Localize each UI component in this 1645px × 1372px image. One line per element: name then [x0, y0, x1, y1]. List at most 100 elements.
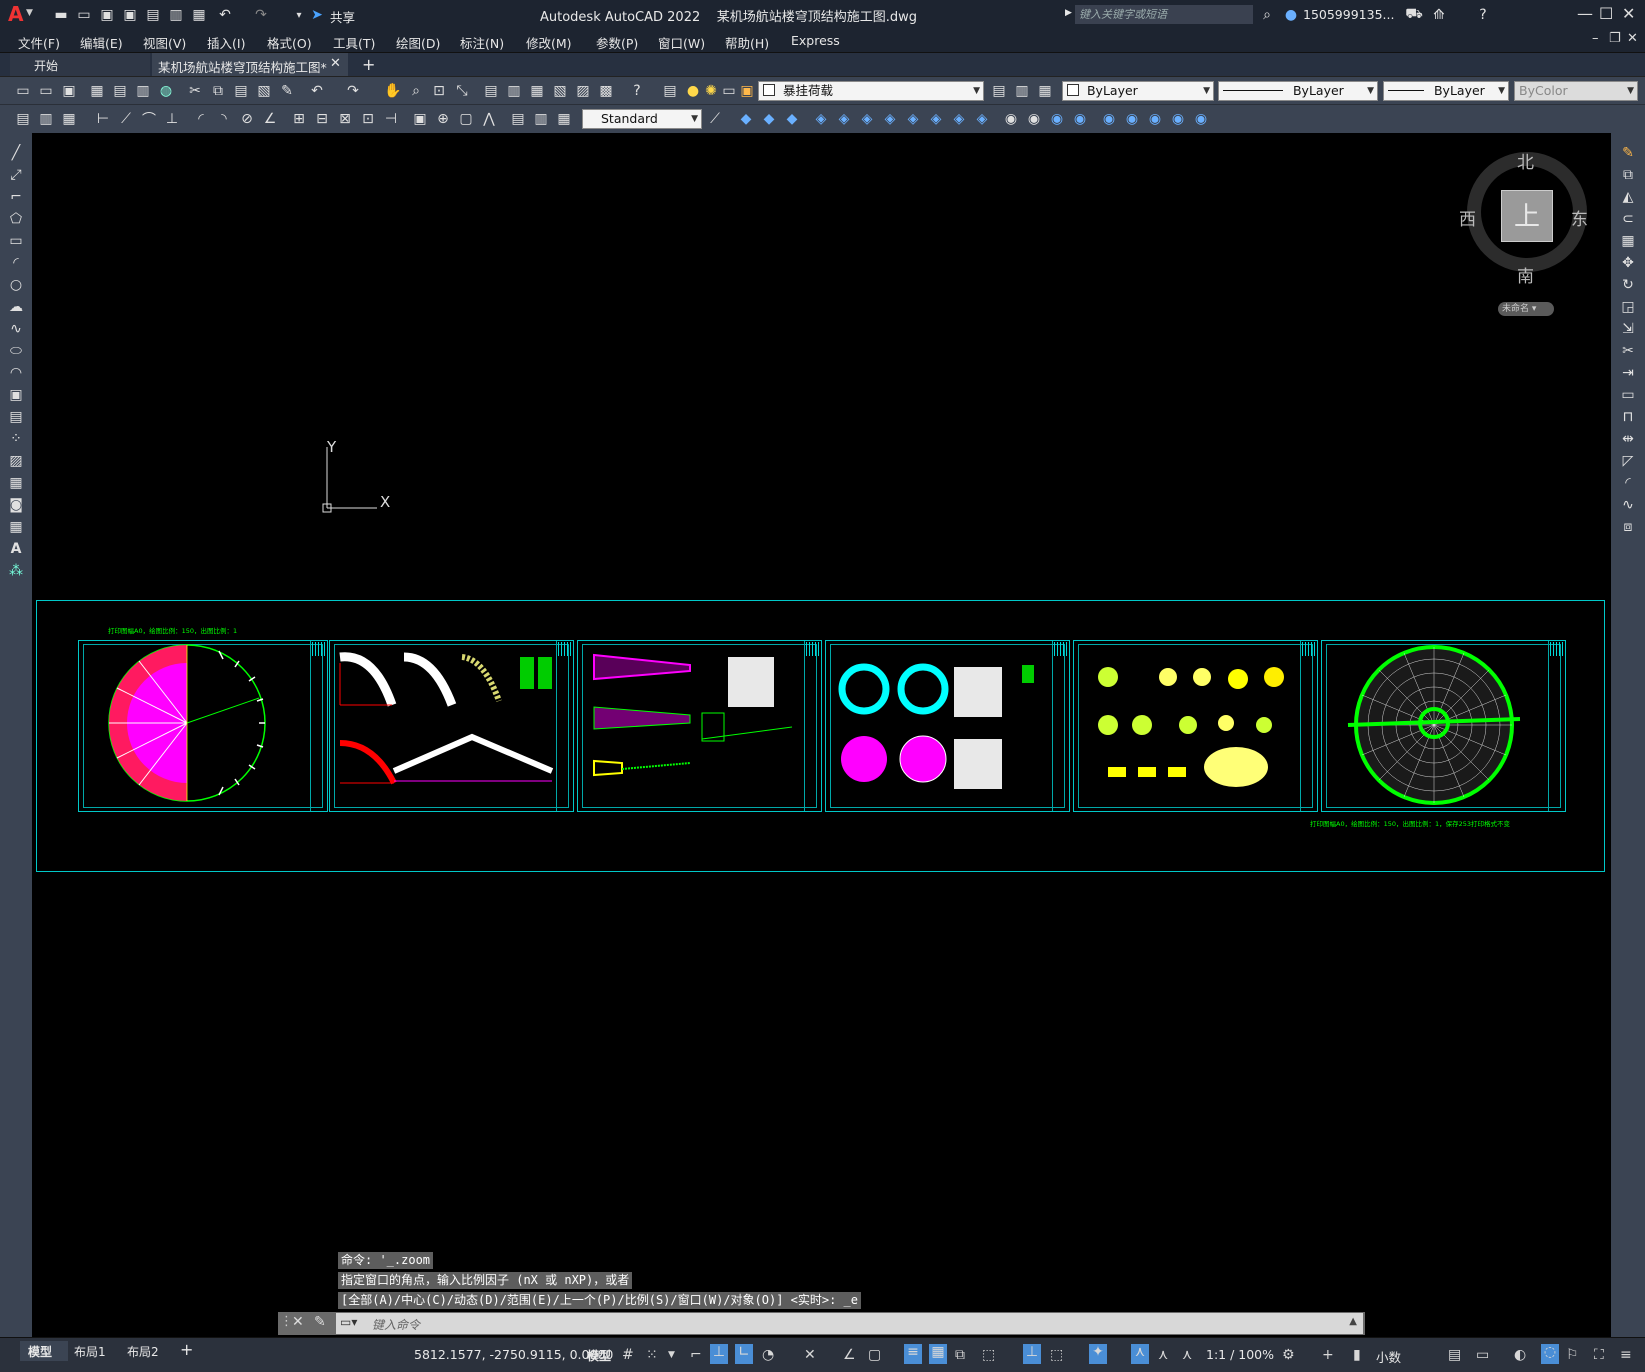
copy-object-icon[interactable]: ⧉: [1619, 166, 1637, 184]
user-name[interactable]: 1505999135...: [1303, 7, 1394, 22]
tab-close-icon[interactable]: ✕: [330, 56, 341, 71]
viewcube-north[interactable]: 北: [1517, 148, 1534, 173]
erase-icon[interactable]: ✎: [1619, 144, 1637, 162]
menu-modify[interactable]: 修改(M): [526, 33, 572, 52]
modify-3-icon[interactable]: ◆: [783, 110, 801, 128]
menu-express[interactable]: Express: [791, 33, 840, 48]
aligned-dim-icon[interactable]: ⟋: [117, 110, 135, 128]
polar-icon[interactable]: ◔: [762, 1347, 774, 1363]
doc-restore-button[interactable]: ❐: [1609, 31, 1621, 46]
angular-dim-icon[interactable]: ∠: [261, 110, 279, 128]
spline-icon[interactable]: ∿: [7, 320, 25, 338]
baseline-dim-icon[interactable]: ⊟: [313, 110, 331, 128]
pan-icon[interactable]: ✋: [384, 82, 402, 100]
mirror-icon[interactable]: ◭: [1619, 188, 1637, 206]
design-center-icon[interactable]: ▥: [505, 82, 523, 100]
annotation-scale[interactable]: 1:1 / 100%: [1206, 1347, 1274, 1362]
user-icon[interactable]: ●: [1282, 6, 1300, 24]
text-style-dropdown[interactable]: Standard ▼: [582, 109, 702, 129]
explode-icon[interactable]: ⧈: [1619, 518, 1637, 536]
command-recent-icon[interactable]: ▲: [1349, 1316, 1357, 1327]
dim-break-icon[interactable]: ⊣: [382, 110, 400, 128]
command-input[interactable]: ▭▾ 键入命令 ▲: [336, 1313, 1363, 1334]
note-top[interactable]: 打印图幅A0，绘图比例：150，出图比例：1: [108, 625, 237, 635]
units-icon[interactable]: ▮: [1353, 1347, 1361, 1363]
clean-screen-icon[interactable]: ⛶: [1594, 1347, 1604, 1363]
menu-insert[interactable]: 插入(I): [207, 33, 245, 52]
paste-icon[interactable]: ▤: [232, 82, 250, 100]
layer-tool-3-icon[interactable]: ▦: [60, 110, 78, 128]
undo-icon[interactable]: ↶: [216, 6, 234, 24]
print-icon[interactable]: ▦: [88, 82, 106, 100]
zoom-previous-icon[interactable]: ⤡: [453, 82, 471, 100]
doc-minimize-button[interactable]: –: [1592, 31, 1599, 46]
layer-previous-icon[interactable]: ▥: [1013, 82, 1031, 100]
make-block-icon[interactable]: ▤: [7, 408, 25, 426]
jogged-linear-icon[interactable]: ⋀: [480, 110, 498, 128]
sheet-5[interactable]: [1073, 640, 1318, 812]
gizmo-icon[interactable]: ✦: [1089, 1344, 1107, 1364]
inspection-icon[interactable]: ▢: [457, 110, 475, 128]
dim-edit-icon[interactable]: ▤: [509, 110, 527, 128]
sheet-1[interactable]: [78, 640, 328, 812]
close-button[interactable]: ✕: [1622, 4, 1635, 23]
solid-8-icon[interactable]: ◉: [1169, 110, 1187, 128]
plotstyle-dropdown[interactable]: ByColor ▼: [1514, 81, 1638, 101]
new-tab-button[interactable]: +: [362, 55, 375, 74]
modify-2-icon[interactable]: ◆: [760, 110, 778, 128]
solid-4-icon[interactable]: ◉: [1071, 110, 1089, 128]
dim-text-edit-icon[interactable]: ▥: [532, 110, 550, 128]
fillet-icon[interactable]: ◜: [1619, 474, 1637, 492]
share-icon[interactable]: ➤: [308, 6, 326, 24]
tab-start[interactable]: 开始: [10, 53, 150, 77]
cart-icon[interactable]: ⛟: [1405, 6, 1423, 24]
redo-icon-2[interactable]: ↷: [344, 82, 362, 100]
copy-icon[interactable]: ⧉: [209, 82, 227, 100]
array-icon[interactable]: ▦: [1619, 232, 1637, 250]
publish-icon[interactable]: ▥: [167, 6, 185, 24]
annotation-scale-icon[interactable]: ⋏: [1182, 1347, 1192, 1363]
lineweight-icon[interactable]: ≡: [904, 1344, 922, 1364]
modify-10-icon[interactable]: ◈: [950, 110, 968, 128]
selection-filter-icon[interactable]: ⬚: [1050, 1347, 1063, 1363]
autodesk-icon[interactable]: ⟰: [1430, 6, 1448, 24]
viewcube-west[interactable]: 西: [1459, 205, 1476, 230]
note-bottom[interactable]: 打印图幅A0，绘图比例：150，出图比例：1，保存253打印格式不变: [1310, 818, 1510, 828]
stretch-icon[interactable]: ⇲: [1619, 320, 1637, 338]
match-prop-icon[interactable]: ▧: [255, 82, 273, 100]
arc-length-icon[interactable]: ⌒: [140, 110, 158, 128]
layer-tool-2-icon[interactable]: ▥: [37, 110, 55, 128]
wcs-menu[interactable]: 未命名 ▾: [1498, 302, 1554, 316]
model-space-button[interactable]: 模型: [587, 1347, 611, 1364]
units-dropdown[interactable]: 小数: [1376, 1347, 1401, 1366]
solid-5-icon[interactable]: ◉: [1100, 110, 1118, 128]
viewcube-south[interactable]: 南: [1517, 262, 1534, 287]
center-mark-icon[interactable]: ⊕: [434, 110, 452, 128]
zoom-realtime-icon[interactable]: ⌕: [407, 82, 425, 100]
modify-4-icon[interactable]: ◈: [812, 110, 830, 128]
offset-icon[interactable]: ⊂: [1619, 210, 1637, 228]
join-icon[interactable]: ⇹: [1619, 430, 1637, 448]
add-selected-icon[interactable]: ⁂: [7, 562, 25, 580]
arc-icon[interactable]: ◜: [7, 254, 25, 272]
dynamic-input-icon[interactable]: ⊥: [710, 1344, 728, 1364]
gradient-icon[interactable]: ▦: [7, 474, 25, 492]
revcloud-icon[interactable]: ☁: [7, 298, 25, 316]
dynamic-ucs-icon[interactable]: ⊥: [1023, 1344, 1041, 1364]
brush-icon[interactable]: ✎: [278, 82, 296, 100]
jogged-dim-icon[interactable]: ◝: [215, 110, 233, 128]
layout-tab-1[interactable]: 布局1: [74, 1343, 106, 1360]
publish-icon-2[interactable]: ▥: [134, 82, 152, 100]
hatch-icon[interactable]: ▨: [7, 452, 25, 470]
continue-dim-icon[interactable]: ⊠: [336, 110, 354, 128]
ortho-icon[interactable]: ∟: [735, 1344, 753, 1364]
polyline-icon[interactable]: ⌐: [7, 188, 25, 206]
add-layout-button[interactable]: +: [180, 1340, 193, 1359]
viewcube-east[interactable]: 东: [1571, 205, 1588, 230]
transparency-icon[interactable]: ▦: [929, 1344, 947, 1364]
app-menu-chevron-icon[interactable]: ▼: [26, 8, 33, 18]
menu-help[interactable]: 帮助(H): [725, 33, 769, 52]
lock-ui-icon[interactable]: ▭: [1476, 1347, 1489, 1363]
viewcube[interactable]: 上 北 南 西 东: [1459, 148, 1589, 287]
modify-9-icon[interactable]: ◈: [927, 110, 945, 128]
